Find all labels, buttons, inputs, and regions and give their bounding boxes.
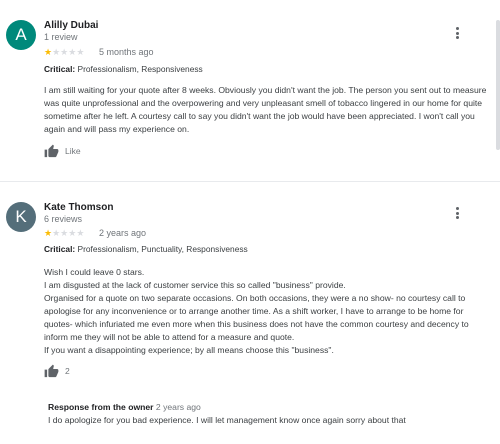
review-card-2: K Kate Thomson 6 reviews ★★★★★ 2 years a… <box>0 182 500 444</box>
more-vert-icon[interactable] <box>452 207 462 221</box>
more-vert-icon[interactable] <box>452 27 462 41</box>
critical-label: Critical: <box>44 244 76 254</box>
star-filled-icon: ★ <box>44 228 53 238</box>
star-empty-icon: ★ <box>52 47 61 57</box>
thumb-up-icon <box>44 364 59 377</box>
scrollbar[interactable] <box>496 0 500 444</box>
review-paragraph: I am still waiting for your quote after … <box>44 85 487 134</box>
like-button[interactable]: Like <box>44 143 81 159</box>
reviewer-name[interactable]: Alilly Dubai <box>44 20 98 31</box>
owner-response-label: Response from the owner <box>48 402 154 412</box>
star-empty-icon: ★ <box>76 47 85 57</box>
owner-response-date: 2 years ago <box>155 402 201 412</box>
critical-aspects: Critical: Professionalism, Responsivenes… <box>44 64 203 74</box>
star-rating: ★★★★★ <box>44 47 84 57</box>
critical-label: Critical: <box>44 64 76 74</box>
review-card-1: A Alilly Dubai 1 review ★★★★★ 5 months a… <box>0 0 500 182</box>
critical-value: Professionalism, Punctuality, Responsive… <box>77 244 248 254</box>
review-count: 1 review <box>44 32 78 42</box>
review-line: I am disgusted at the lack of customer s… <box>44 280 346 290</box>
star-filled-icon: ★ <box>44 47 53 57</box>
star-rating: ★★★★★ <box>44 228 84 238</box>
reviewer-name[interactable]: Kate Thomson <box>44 202 113 213</box>
review-date: 5 months ago <box>99 47 154 57</box>
owner-response-title: Response from the owner 2 years ago <box>48 402 201 412</box>
review-text: I am still waiting for your quote after … <box>44 84 494 136</box>
scrollbar-thumb[interactable] <box>496 20 500 150</box>
review-line: Organised for a quote on two separate oc… <box>44 293 469 342</box>
star-empty-icon: ★ <box>52 228 61 238</box>
review-line: If you want a disappointing experience; … <box>44 345 334 355</box>
star-empty-icon: ★ <box>76 228 85 238</box>
critical-value: Professionalism, Responsiveness <box>77 64 203 74</box>
owner-response-text: I do apologize for you bad experience. I… <box>48 415 406 425</box>
critical-aspects: Critical: Professionalism, Punctuality, … <box>44 244 248 254</box>
review-count: 6 reviews <box>44 214 83 224</box>
like-label: Like <box>65 146 81 156</box>
review-date: 2 years ago <box>99 228 147 238</box>
like-count: 2 <box>65 366 70 376</box>
like-button[interactable]: 2 <box>44 363 70 379</box>
thumb-up-icon <box>44 144 59 157</box>
avatar[interactable]: A <box>6 20 36 50</box>
review-line: Wish I could leave 0 stars. <box>44 267 145 277</box>
review-text: Wish I could leave 0 stars. I am disgust… <box>44 266 494 357</box>
avatar[interactable]: K <box>6 202 36 232</box>
